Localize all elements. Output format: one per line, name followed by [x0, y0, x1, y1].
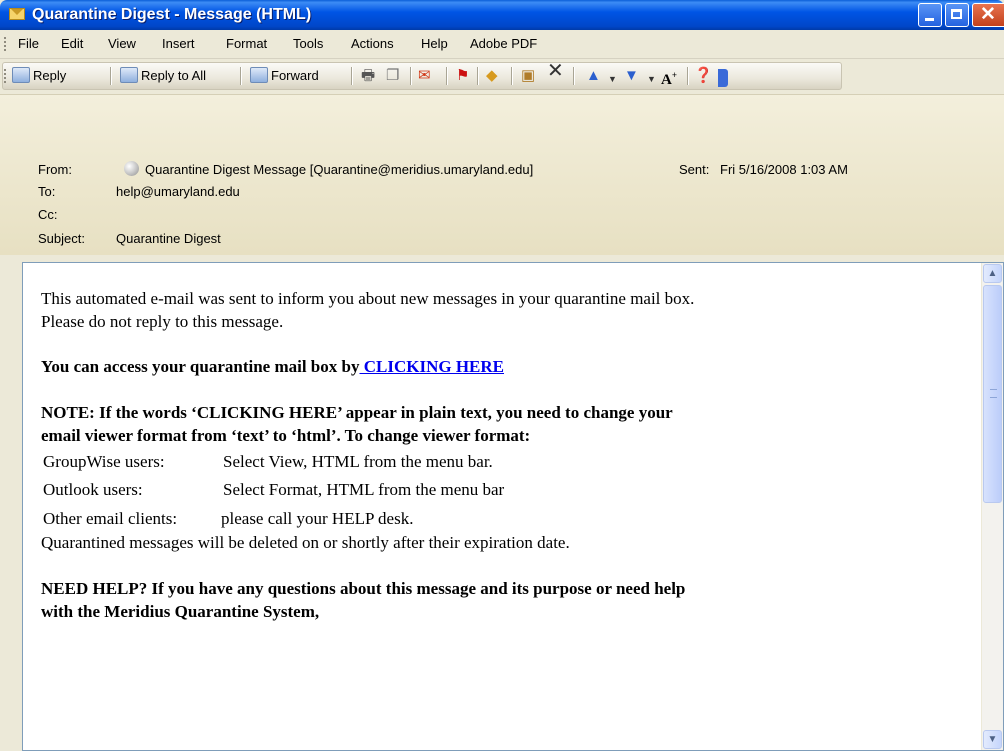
to-value[interactable]: help@umaryland.edu: [116, 184, 240, 199]
menu-file[interactable]: File: [18, 36, 39, 51]
clicking-here-link[interactable]: CLICKING HERE: [359, 357, 504, 376]
scroll-down-button[interactable]: ▼: [983, 730, 1002, 749]
sent-value: Fri 5/16/2008 1:03 AM: [720, 162, 848, 177]
toolbar-grip: [4, 69, 8, 83]
menu-grip: [4, 37, 8, 51]
subject-value: Quarantine Digest: [116, 231, 221, 246]
next-item-icon[interactable]: ▼: [624, 68, 639, 83]
other-clients-text: please call your HELP desk.: [221, 509, 414, 528]
reply-icon: [12, 67, 30, 83]
menu-actions[interactable]: Actions: [351, 36, 394, 51]
intro-line-2: Please do not reply to this message.: [41, 312, 284, 331]
categories-icon[interactable]: ◆: [486, 68, 498, 83]
scroll-thumb[interactable]: [983, 285, 1002, 503]
toolbar-options-icon[interactable]: [718, 69, 728, 87]
outlook-text: Select Format, HTML from the menu bar: [223, 480, 505, 499]
flag-icon[interactable]: ⚑: [456, 68, 469, 83]
delete-icon[interactable]: ✕: [547, 61, 564, 81]
close-icon: ✕: [980, 4, 996, 25]
menu-help[interactable]: Help: [421, 36, 448, 51]
from-label: From:: [38, 162, 72, 177]
menu-view[interactable]: View: [108, 36, 136, 51]
toolbar-separator: [573, 67, 575, 85]
groupwise-label: GroupWise users:: [43, 452, 165, 471]
forward-button[interactable]: Forward: [250, 67, 319, 83]
toolbar-separator: [240, 67, 242, 85]
toolbar-separator: [511, 67, 513, 85]
reply-all-label: Reply to All: [141, 67, 207, 83]
chevron-down-icon[interactable]: ▼: [647, 72, 656, 87]
menu-tools[interactable]: Tools: [293, 36, 323, 51]
envelope-icon: [9, 8, 25, 20]
help-line-2: with the Meridius Quarantine System,: [41, 602, 320, 621]
menu-adobe-pdf[interactable]: Adobe PDF: [470, 36, 537, 51]
access-text: You can access your quarantine mail box …: [41, 357, 360, 376]
help-icon[interactable]: ❓: [694, 68, 713, 83]
menu-bar: File Edit View Insert Format Tools Actio…: [0, 30, 1004, 59]
vertical-scrollbar[interactable]: ▲ ▼: [981, 263, 1003, 750]
other-clients-label: Other email clients:: [43, 509, 178, 528]
outlook-label: Outlook users:: [43, 480, 143, 499]
toolbar-separator: [410, 67, 412, 85]
note-line-1: NOTE: If the words ‘CLICKING HERE’ appea…: [41, 403, 673, 422]
copy-icon[interactable]: ❐: [386, 68, 399, 83]
expiration-note: Quarantined messages will be deleted on …: [41, 533, 570, 552]
sent-label: Sent:: [679, 162, 710, 177]
reply-label: Reply: [33, 67, 67, 83]
chevron-down-icon: ▼: [987, 734, 998, 745]
message-header: From: Quarantine Digest Message [Quarant…: [0, 94, 1004, 255]
move-icon[interactable]: ▣: [521, 68, 535, 83]
standard-toolbar: Reply Reply to All Forward 🖶 ❐ ✉ ⚑ ◆ ▣ ✕…: [0, 59, 1004, 93]
cc-label: Cc:: [38, 207, 58, 222]
close-button[interactable]: ✕: [972, 3, 1004, 27]
toolbar-separator: [446, 67, 448, 85]
toolbar-separator: [687, 67, 689, 85]
chevron-down-icon[interactable]: ▼: [608, 72, 617, 87]
toolbar-separator: [110, 67, 112, 85]
presence-icon: [124, 161, 139, 176]
chevron-up-icon: ▲: [987, 268, 998, 279]
font-size-icon[interactable]: A+: [661, 68, 677, 88]
print-icon[interactable]: 🖶: [361, 68, 375, 83]
forward-icon: [250, 67, 268, 83]
menu-edit[interactable]: Edit: [61, 36, 83, 51]
window-title: Quarantine Digest - Message (HTML): [32, 6, 312, 23]
scroll-up-button[interactable]: ▲: [983, 264, 1002, 283]
reply-all-button[interactable]: Reply to All: [120, 67, 206, 83]
title-bar: Quarantine Digest - Message (HTML) ✕: [0, 0, 1004, 30]
to-label: To:: [38, 184, 56, 199]
help-line-1: NEED HELP? If you have any questions abo…: [41, 579, 686, 598]
note-line-2: email viewer format from ‘text’ to ‘html…: [41, 426, 531, 445]
groupwise-text: Select View, HTML from the menu bar.: [223, 452, 493, 471]
menu-format[interactable]: Format: [226, 36, 267, 51]
toolbar-separator: [477, 67, 479, 85]
maximize-button[interactable]: [945, 3, 969, 27]
menu-insert[interactable]: Insert: [162, 36, 195, 51]
intro-line-1: This automated e-mail was sent to inform…: [41, 289, 695, 308]
message-body[interactable]: This automated e-mail was sent to inform…: [22, 262, 1004, 751]
access-line: You can access your quarantine mail box …: [41, 357, 504, 377]
subject-label: Subject:: [38, 231, 85, 246]
reply-button[interactable]: Reply: [12, 67, 66, 83]
reply-all-icon: [120, 67, 138, 83]
toolbar-separator: [351, 67, 353, 85]
from-value[interactable]: Quarantine Digest Message [Quarantine@me…: [145, 162, 533, 177]
forward-label: Forward: [271, 67, 319, 83]
previous-item-icon[interactable]: ▲: [586, 68, 601, 83]
minimize-button[interactable]: [918, 3, 942, 27]
move-to-folder-icon[interactable]: ✉: [418, 68, 431, 83]
